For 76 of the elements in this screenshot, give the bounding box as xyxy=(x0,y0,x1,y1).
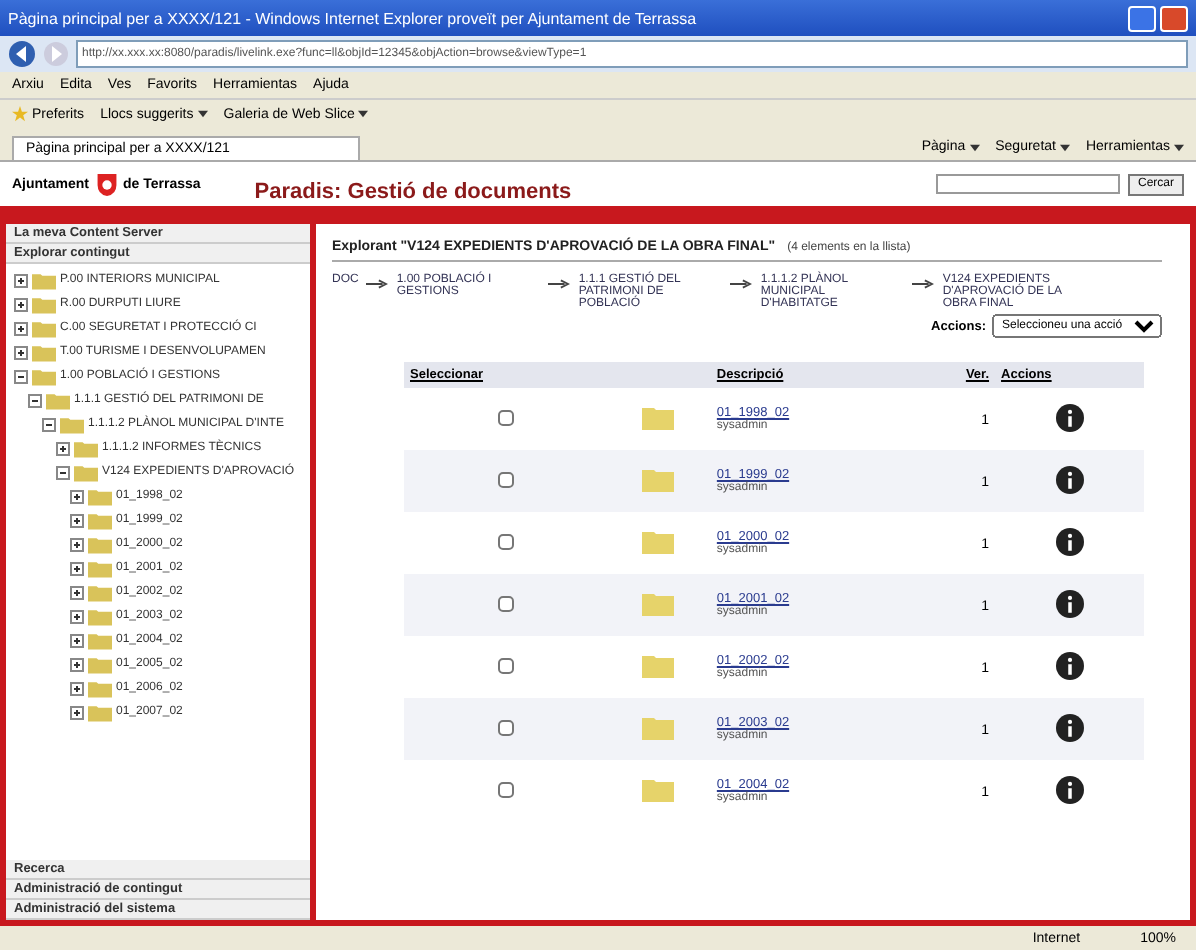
expand-icon[interactable] xyxy=(70,681,84,695)
row-checkbox[interactable] xyxy=(497,781,514,797)
folder-icon xyxy=(46,391,70,409)
arrow-icon xyxy=(548,278,571,290)
folder-icon xyxy=(642,715,675,739)
info-icon[interactable] xyxy=(1055,651,1084,679)
folder-icon xyxy=(60,415,84,433)
search-field[interactable] xyxy=(935,173,1120,193)
collapse-icon[interactable] xyxy=(56,465,70,479)
folder-icon xyxy=(642,777,675,801)
row-checkbox[interactable] xyxy=(497,657,514,673)
info-icon[interactable] xyxy=(1055,713,1084,741)
minimize-button[interactable] xyxy=(1128,5,1156,31)
back-icon[interactable] xyxy=(8,40,36,68)
arrow-icon xyxy=(912,278,935,290)
folder-icon xyxy=(74,463,98,481)
folder-icon xyxy=(88,535,112,553)
collapse-icon[interactable] xyxy=(42,417,56,431)
folder-icon xyxy=(88,607,112,625)
expand-icon[interactable] xyxy=(70,561,84,575)
expand-icon[interactable] xyxy=(14,297,28,311)
row-checkbox[interactable] xyxy=(497,533,514,549)
folder-icon xyxy=(642,405,675,429)
expand-icon[interactable] xyxy=(14,345,28,359)
collapse-icon[interactable] xyxy=(28,393,42,407)
info-icon[interactable] xyxy=(1055,527,1084,555)
row-checkbox[interactable] xyxy=(497,409,514,425)
info-icon[interactable] xyxy=(1055,403,1084,431)
expand-icon[interactable] xyxy=(14,273,28,287)
expand-icon[interactable] xyxy=(70,633,84,647)
folder-icon xyxy=(88,583,112,601)
arrow-icon xyxy=(366,278,389,290)
info-icon[interactable] xyxy=(1055,589,1084,617)
expand-icon[interactable] xyxy=(70,585,84,599)
expand-icon[interactable] xyxy=(56,441,70,455)
folder-icon xyxy=(88,559,112,577)
expand-icon[interactable] xyxy=(70,609,84,623)
dropdown-icon[interactable] xyxy=(197,110,208,118)
folder-icon xyxy=(32,367,56,385)
expand-icon[interactable] xyxy=(70,513,84,527)
folder-icon xyxy=(32,295,56,313)
folder-icon xyxy=(88,679,112,697)
expand-icon[interactable] xyxy=(14,321,28,335)
site-title: Paradis: Gestió de documents xyxy=(254,180,572,204)
info-icon[interactable] xyxy=(1055,465,1084,493)
folder-icon xyxy=(642,591,675,615)
expand-icon[interactable] xyxy=(70,657,84,671)
row-checkbox[interactable] xyxy=(497,719,514,735)
folder-icon xyxy=(88,703,112,721)
dropdown-icon[interactable] xyxy=(1174,143,1184,151)
folder-icon xyxy=(32,319,56,337)
folder-icon xyxy=(74,439,98,457)
close-button[interactable] xyxy=(1160,5,1188,31)
dropdown-icon[interactable] xyxy=(1059,143,1070,151)
dropdown-icon[interactable] xyxy=(358,110,369,118)
expand-icon[interactable] xyxy=(70,705,84,719)
folder-icon xyxy=(88,487,112,505)
arrow-icon xyxy=(730,278,753,290)
collapse-icon[interactable] xyxy=(14,369,28,383)
expand-icon[interactable] xyxy=(70,489,84,503)
window-title: Pàgina principal per a XXXX/121 - Windows Internet Explorer proveït per Ajuntament de Terrassa xyxy=(8,9,699,27)
dropdown-icon[interactable] xyxy=(969,143,980,151)
row-checkbox[interactable] xyxy=(497,595,514,611)
shield-logo-icon xyxy=(95,171,117,197)
folder-icon xyxy=(642,653,675,677)
folder-icon xyxy=(88,511,112,529)
expand-icon[interactable] xyxy=(70,537,84,551)
folder-icon xyxy=(88,631,112,649)
star-icon xyxy=(12,106,28,122)
info-icon[interactable] xyxy=(1055,775,1084,803)
row-checkbox[interactable] xyxy=(497,471,514,487)
folder-icon xyxy=(32,343,56,361)
folder-icon xyxy=(642,467,675,491)
folder-icon xyxy=(642,529,675,553)
folder-icon xyxy=(32,271,56,289)
folder-icon xyxy=(88,655,112,673)
